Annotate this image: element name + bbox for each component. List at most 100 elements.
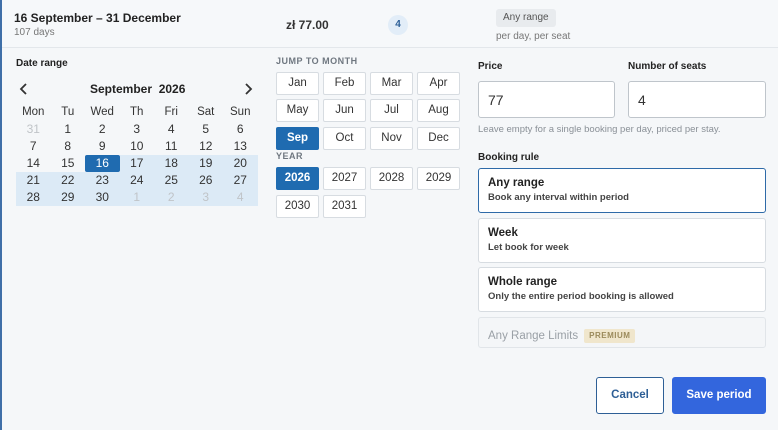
calendar-day[interactable]: 4 bbox=[223, 189, 258, 206]
calendar-day[interactable]: 8 bbox=[51, 138, 86, 155]
year-tile-2028[interactable]: 2028 bbox=[370, 167, 413, 190]
price-input[interactable] bbox=[478, 81, 615, 118]
calendar-day[interactable]: 15 bbox=[51, 155, 86, 172]
period-days: 107 days bbox=[14, 27, 55, 38]
calendar-day[interactable]: 25 bbox=[154, 172, 189, 189]
calendar-week-row: 14 15 16 17 18 19 20 bbox=[16, 155, 258, 172]
rule-description: Let book for week bbox=[488, 242, 569, 253]
calendar-day[interactable]: 2 bbox=[154, 189, 189, 206]
period-title: 16 September – 31 December bbox=[14, 11, 181, 25]
weekday-label: Wed bbox=[90, 106, 114, 118]
rule-name: Any range bbox=[488, 177, 545, 189]
price-label: Price bbox=[478, 61, 503, 72]
calendar-day[interactable]: 3 bbox=[120, 121, 155, 138]
rule-option-whole-range[interactable]: Whole range Only the entire period booki… bbox=[478, 267, 766, 312]
calendar-day[interactable]: 14 bbox=[16, 155, 51, 172]
calendar-day[interactable]: 29 bbox=[50, 189, 85, 206]
chevron-right-icon[interactable] bbox=[243, 82, 253, 100]
rule-option-week[interactable]: Week Let book for week bbox=[478, 218, 766, 263]
year-tile-2027[interactable]: 2027 bbox=[323, 167, 366, 190]
rule-name: Whole range bbox=[488, 276, 558, 288]
seats-label: Number of seats bbox=[628, 61, 707, 72]
calendar-day[interactable]: 13 bbox=[223, 138, 258, 155]
jump-to-month-label: JUMP TO MONTH bbox=[276, 56, 358, 66]
calendar-day[interactable]: 21 bbox=[16, 172, 51, 189]
weekday-label: Mon bbox=[22, 106, 45, 118]
booking-rule-chip: Any range bbox=[496, 9, 556, 27]
calendar-day[interactable]: 26 bbox=[188, 172, 223, 189]
calendar-day[interactable]: 18 bbox=[154, 155, 189, 172]
year-tile-2029[interactable]: 2029 bbox=[417, 167, 460, 190]
month-tile-mar[interactable]: Mar bbox=[370, 72, 413, 95]
any-range-limits-option: Any Range Limits PREMIUM bbox=[478, 317, 766, 348]
limits-label: Any Range Limits bbox=[488, 330, 579, 342]
calendar-day[interactable]: 9 bbox=[85, 138, 120, 155]
month-tile-oct[interactable]: Oct bbox=[323, 127, 366, 150]
rule-name: Week bbox=[488, 227, 518, 239]
calendar-day[interactable]: 31 bbox=[16, 121, 51, 138]
calendar-week-row: 28 29 30 1 2 3 4 bbox=[16, 189, 258, 206]
calendar-day[interactable]: 20 bbox=[223, 155, 258, 172]
calendar-day[interactable]: 27 bbox=[223, 172, 258, 189]
price-total: zł 77.00 bbox=[286, 18, 329, 32]
month-tile-nov[interactable]: Nov bbox=[370, 127, 413, 150]
calendar-day[interactable]: 6 bbox=[223, 121, 258, 138]
chevron-left-icon[interactable] bbox=[19, 82, 29, 100]
month-tile-jul[interactable]: Jul bbox=[370, 99, 413, 122]
calendar-day-selected[interactable]: 16 bbox=[85, 155, 120, 172]
pricing-unit-text: per day, per seat bbox=[496, 31, 571, 42]
year-label: YEAR bbox=[276, 151, 304, 161]
calendar-day[interactable]: 2 bbox=[85, 121, 120, 138]
calendar-day[interactable]: 19 bbox=[188, 155, 223, 172]
date-range-label: Date range bbox=[16, 58, 68, 69]
premium-badge: PREMIUM bbox=[584, 329, 636, 343]
seats-input[interactable] bbox=[628, 81, 766, 118]
year-tile-2026[interactable]: 2026 bbox=[276, 167, 319, 190]
calendar-day[interactable]: 4 bbox=[154, 121, 189, 138]
calendar-day[interactable]: 5 bbox=[189, 121, 224, 138]
weekday-label: Sun bbox=[230, 106, 251, 118]
booking-rule-label: Booking rule bbox=[478, 152, 540, 163]
seats-count-badge: 4 bbox=[388, 15, 408, 35]
cancel-button[interactable]: Cancel bbox=[596, 377, 664, 414]
calendar-day[interactable]: 12 bbox=[189, 138, 224, 155]
month-tile-may[interactable]: May bbox=[276, 99, 319, 122]
calendar-day[interactable]: 17 bbox=[119, 155, 154, 172]
calendar-day[interactable]: 22 bbox=[50, 172, 85, 189]
calendar-day[interactable]: 1 bbox=[119, 189, 154, 206]
calendar-week-row: 21 22 23 24 25 26 27 bbox=[16, 172, 258, 189]
calendar-day[interactable]: 11 bbox=[154, 138, 189, 155]
month-tile-feb[interactable]: Feb bbox=[323, 72, 366, 95]
calendar-day[interactable]: 30 bbox=[85, 189, 120, 206]
price-hint: Leave empty for a single booking per day… bbox=[478, 124, 721, 135]
month-tile-dec[interactable]: Dec bbox=[417, 127, 460, 150]
calendar-week-row: 7 8 9 10 11 12 13 bbox=[16, 138, 258, 155]
calendar-week-row: 31 1 2 3 4 5 6 bbox=[16, 121, 258, 138]
calendar-day[interactable]: 23 bbox=[85, 172, 120, 189]
month-tile-jan[interactable]: Jan bbox=[276, 72, 319, 95]
calendar-day[interactable]: 24 bbox=[119, 172, 154, 189]
month-tile-aug[interactable]: Aug bbox=[417, 99, 460, 122]
rule-description: Book any interval within period bbox=[488, 192, 629, 203]
calendar-day[interactable]: 7 bbox=[16, 138, 51, 155]
year-tile-2030[interactable]: 2030 bbox=[276, 195, 319, 218]
month-tile-sep[interactable]: Sep bbox=[276, 127, 319, 150]
calendar-day[interactable]: 1 bbox=[51, 121, 86, 138]
calendar-day[interactable]: 28 bbox=[16, 189, 51, 206]
rule-description: Only the entire period booking is allowe… bbox=[488, 291, 674, 302]
calendar-day[interactable]: 10 bbox=[120, 138, 155, 155]
weekday-label: Fri bbox=[164, 106, 178, 118]
calendar-month-title: September 2026 bbox=[90, 82, 186, 96]
rule-option-any-range[interactable]: Any range Book any interval within perio… bbox=[478, 168, 766, 213]
year-tile-2031[interactable]: 2031 bbox=[323, 195, 366, 218]
calendar-grid: Mon Tu Wed Th Fri Sat Sun 31 1 2 3 4 5 6 7 8 9 10 11 12 13 14… bbox=[16, 104, 258, 206]
month-tile-apr[interactable]: Apr bbox=[417, 72, 460, 95]
calendar-day[interactable]: 3 bbox=[188, 189, 223, 206]
weekday-label: Sat bbox=[197, 106, 215, 118]
weekday-label: Th bbox=[130, 106, 144, 118]
save-period-button[interactable]: Save period bbox=[672, 377, 766, 414]
month-tile-jun[interactable]: Jun bbox=[323, 99, 366, 122]
weekday-label: Tu bbox=[61, 106, 75, 118]
weekday-header: Mon Tu Wed Th Fri Sat Sun bbox=[16, 104, 258, 121]
period-summary: 16 September – 31 December 107 days zł 7… bbox=[2, 0, 778, 48]
